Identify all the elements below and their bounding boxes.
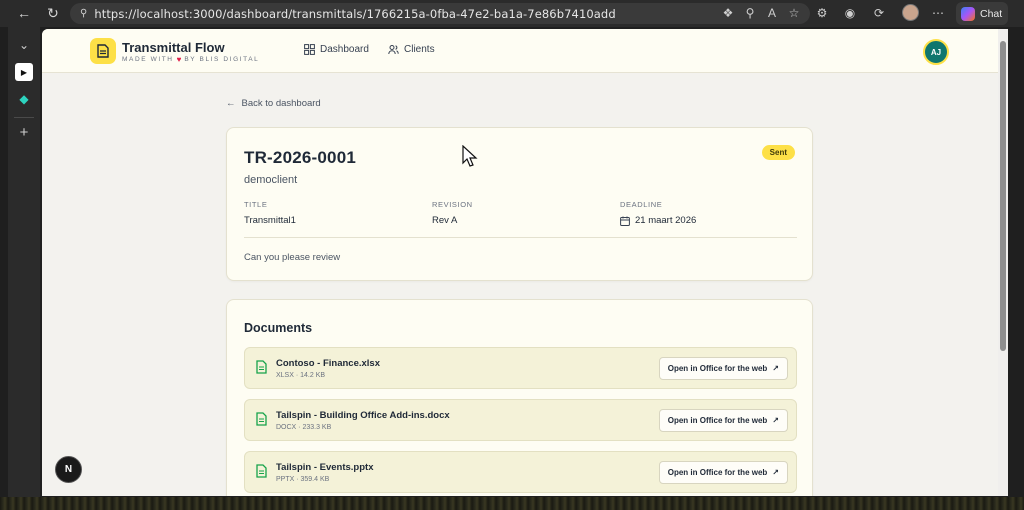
heart-icon: ♥	[176, 55, 182, 64]
document-logo-icon[interactable]	[90, 38, 116, 64]
deadline-value: 21 maart 2026	[635, 215, 697, 226]
revision-value: Rev A	[432, 215, 458, 226]
revision-field: REVISION Rev A	[432, 200, 473, 226]
document-row: Tailspin - Events.pptx PPTX · 359.4 KB O…	[244, 451, 797, 493]
status-badge: Sent	[761, 145, 795, 160]
document-name: Contoso - Finance.xlsx	[276, 358, 380, 369]
transmittal-details-card: TR-2026-0001 democlient Sent TITLE Trans…	[226, 127, 813, 281]
open-button-label: Open in Office for the web	[667, 468, 768, 477]
page-scrollbar[interactable]	[998, 29, 1008, 496]
back-to-dashboard-link[interactable]: ← Back to dashboard	[226, 98, 321, 109]
document-name: Tailspin - Events.pptx	[276, 462, 374, 473]
nav-dashboard[interactable]: Dashboard	[304, 44, 369, 55]
arrow-left-icon: ←	[226, 98, 236, 109]
title-label: TITLE	[244, 200, 268, 209]
open-in-office-button[interactable]: Open in Office for the web ↗	[658, 357, 788, 380]
mouse-cursor-icon	[462, 145, 478, 167]
address-bar[interactable]: ⚲ https://localhost:3000/dashboard/trans…	[70, 3, 810, 24]
brand-tagline: MADE WITH ♥ BY BLIS DIGITAL	[122, 55, 259, 64]
copilot-chat-button[interactable]: Chat	[956, 2, 1008, 25]
zoom-icon[interactable]: ⚲	[741, 4, 759, 22]
page-viewport: Transmittal Flow MADE WITH ♥ BY BLIS DIG…	[42, 29, 1008, 496]
document-meta: XLSX · 14.2 KB	[276, 372, 326, 379]
revision-label: REVISION	[432, 200, 473, 209]
calendar-icon	[620, 216, 630, 226]
extension-icon[interactable]: ⚙	[813, 4, 831, 22]
transmittal-id: TR-2026-0001	[244, 148, 357, 167]
collections-icon[interactable]: ⟳	[870, 4, 888, 22]
desktop-taskbar-strip	[0, 497, 1024, 510]
title-value: Transmittal1	[244, 215, 296, 226]
open-in-office-button[interactable]: Open in Office for the web ↗	[658, 409, 788, 432]
document-row: Tailspin - Building Office Add-ins.docx …	[244, 399, 797, 441]
performance-icon[interactable]: ❖	[719, 4, 737, 22]
client-name: democlient	[244, 174, 298, 186]
details-divider	[244, 237, 797, 238]
chevron-down-icon[interactable]: ⌄	[15, 36, 33, 54]
deadline-label: DEADLINE	[620, 200, 663, 209]
external-link-icon: ↗	[772, 364, 779, 373]
read-aloud-icon[interactable]: A	[763, 4, 781, 22]
document-name: Tailspin - Building Office Add-ins.docx	[276, 410, 450, 421]
browser-essentials-icon[interactable]: ◉	[841, 4, 859, 22]
external-link-icon: ↗	[772, 416, 779, 425]
tab-favicon-icon[interactable]: ▶	[15, 63, 33, 81]
app-header: Transmittal Flow MADE WITH ♥ BY BLIS DIG…	[42, 29, 1008, 73]
brand-name[interactable]: Transmittal Flow	[122, 40, 225, 55]
deadline-value-row: 21 maart 2026	[620, 215, 696, 226]
copilot-icon	[961, 6, 975, 21]
open-button-label: Open in Office for the web	[667, 416, 768, 425]
sidebar-divider	[14, 117, 34, 118]
deadline-field: DEADLINE 21 maart 2026	[620, 200, 696, 226]
open-in-office-button[interactable]: Open in Office for the web ↗	[658, 461, 788, 484]
tagline-pre: MADE WITH	[122, 56, 174, 63]
nextjs-dev-badge[interactable]: N	[55, 456, 82, 483]
document-file-icon	[256, 412, 267, 426]
nav-clients-label: Clients	[404, 44, 435, 55]
more-icon[interactable]: ⋯	[929, 4, 947, 22]
external-link-icon: ↗	[772, 468, 779, 477]
profile-avatar[interactable]	[902, 4, 919, 21]
user-avatar[interactable]: AJ	[923, 39, 949, 65]
presentation-file-icon	[256, 464, 267, 478]
app-tab-icon[interactable]: ◆	[15, 90, 33, 108]
title-field: TITLE Transmittal1	[244, 200, 296, 226]
scrollbar-thumb[interactable]	[1000, 41, 1006, 351]
back-arrow-icon[interactable]: ←	[13, 2, 35, 24]
reload-icon[interactable]: ↻	[42, 2, 64, 24]
chat-label: Chat	[980, 7, 1003, 20]
browser-toolbar: ← ↻ ⚲ https://localhost:3000/dashboard/t…	[0, 0, 1024, 27]
spreadsheet-file-icon	[256, 360, 267, 374]
open-button-label: Open in Office for the web	[667, 364, 768, 373]
favorite-icon[interactable]: ☆	[785, 4, 803, 22]
document-meta: PPTX · 359.4 KB	[276, 476, 330, 483]
documents-heading: Documents	[244, 321, 313, 335]
add-tab-icon[interactable]: +	[15, 123, 33, 141]
documents-card: Documents Contoso - Finance.xlsx XLSX · …	[226, 299, 813, 496]
back-link-label: Back to dashboard	[241, 98, 321, 109]
nav-clients[interactable]: Clients	[388, 44, 435, 55]
tagline-post: BY BLIS DIGITAL	[184, 56, 260, 63]
users-icon	[388, 45, 399, 55]
browser-sidebar: ⌄ ▶ ◆ +	[8, 27, 40, 497]
nav-dashboard-label: Dashboard	[320, 44, 369, 55]
transmittal-message: Can you please review	[244, 252, 341, 263]
document-row: Contoso - Finance.xlsx XLSX · 14.2 KB Op…	[244, 347, 797, 389]
lock-icon: ⚲	[80, 8, 88, 19]
document-meta: DOCX · 233.3 KB	[276, 424, 332, 431]
url-text: https://localhost:3000/dashboard/transmi…	[94, 6, 616, 21]
grid-icon	[304, 44, 315, 55]
